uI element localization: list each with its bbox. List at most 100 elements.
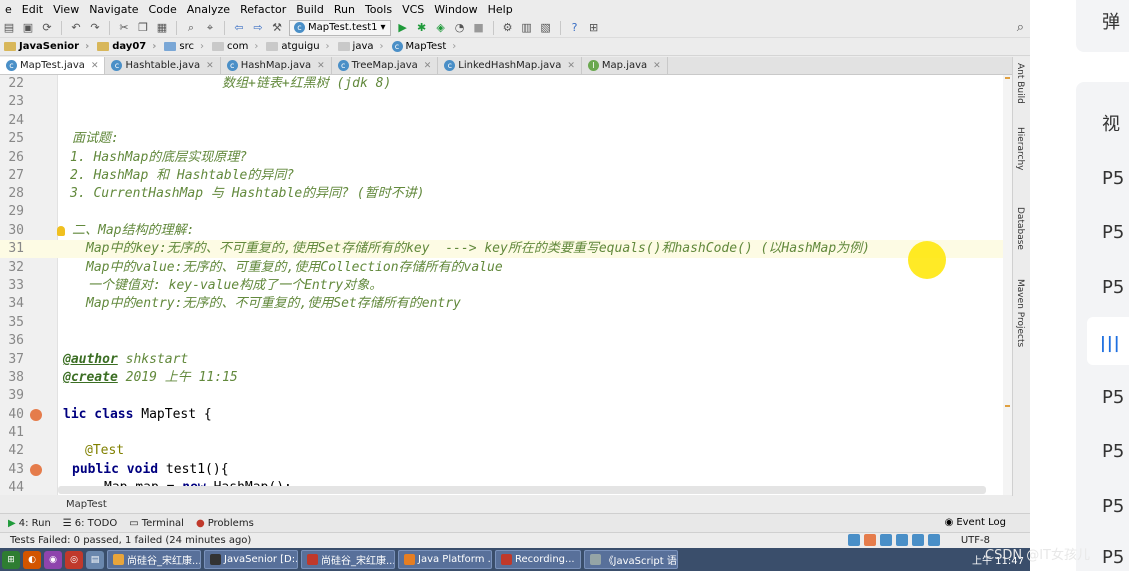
menu-tools[interactable]: Tools	[360, 3, 397, 16]
close-icon[interactable]: ✕	[567, 61, 575, 71]
ime-icon[interactable]	[928, 534, 940, 546]
project-structure-icon[interactable]: ⚙	[501, 21, 515, 35]
search-everywhere-icon[interactable]: ⌕	[1017, 20, 1024, 35]
task-item[interactable]: JavaSenior [D:...	[204, 550, 298, 569]
undo-icon[interactable]: ↶	[69, 21, 83, 35]
side-panel-item[interactable]: P5	[1102, 547, 1124, 568]
help-icon[interactable]: ?	[568, 21, 582, 35]
tab-run[interactable]: ▶ 4: Run	[8, 518, 51, 529]
copy-icon[interactable]: ❐	[136, 21, 150, 35]
tool-hierarchy[interactable]: Hierarchy	[1015, 127, 1025, 171]
task-item[interactable]: 《JavaScript 语言参考...	[583, 550, 678, 569]
start-icon[interactable]: ⊞	[2, 550, 20, 569]
crumb-com[interactable]: com ›	[208, 39, 262, 55]
menu-vcs[interactable]: VCS	[397, 3, 429, 16]
settings-icon[interactable]: ▥	[520, 21, 534, 35]
close-icon[interactable]: ✕	[206, 61, 214, 71]
tool-maven-projects[interactable]: Maven Projects	[1015, 279, 1025, 347]
code-editor[interactable]: 22 数组+链表+红黑树 (jdk 8) 23 24 25 面试题: 26 1.…	[0, 75, 1012, 495]
run-config-selector[interactable]: c MapTest.test1 ▾	[289, 19, 391, 36]
tab-terminal[interactable]: ▭ Terminal	[129, 518, 184, 529]
run-icon[interactable]: ▶	[396, 21, 410, 35]
chrome-icon[interactable]: ◎	[65, 550, 83, 569]
build-icon[interactable]: ⚒	[270, 21, 284, 35]
task-item[interactable]: 尚硅谷_宋红康...	[107, 550, 201, 569]
redo-icon[interactable]: ↷	[88, 21, 102, 35]
crumb-class[interactable]: c MapTest ›	[388, 39, 461, 55]
tab-problems[interactable]: ● Problems	[196, 518, 254, 529]
open-folder-icon[interactable]: ▤	[2, 21, 16, 35]
side-panel-item[interactable]: P5	[1102, 168, 1124, 189]
back-icon[interactable]: ⇦	[232, 21, 246, 35]
stop-icon[interactable]: ■	[472, 21, 486, 35]
side-panel-item[interactable]: P5	[1102, 387, 1124, 408]
crumb-project[interactable]: JavaSenior ›	[0, 39, 93, 55]
crumb-module[interactable]: day07 ›	[93, 39, 160, 55]
close-icon[interactable]: ✕	[317, 61, 325, 71]
task-item[interactable]: Java Platform ...	[398, 550, 492, 569]
menu-view[interactable]: View	[48, 3, 84, 16]
close-icon[interactable]: ✕	[91, 61, 99, 71]
side-panel-item[interactable]: P5	[1102, 496, 1124, 517]
menu-code[interactable]: Code	[144, 3, 182, 16]
plugin-icon[interactable]: ⊞	[587, 21, 601, 35]
sync-icon[interactable]: ⟳	[40, 21, 54, 35]
event-log-button[interactable]: ◉ Event Log	[945, 517, 1006, 528]
browser-icon[interactable]: ◉	[44, 550, 62, 569]
side-panel-label[interactable]: 弹	[1102, 8, 1120, 34]
horizontal-scrollbar[interactable]	[58, 486, 986, 494]
tool-database[interactable]: Database	[1015, 207, 1025, 250]
ime-icon[interactable]	[848, 534, 860, 546]
close-icon[interactable]: ✕	[653, 61, 661, 71]
close-icon[interactable]: ✕	[424, 61, 432, 71]
status-message[interactable]: Tests Failed: 0 passed, 1 failed (24 min…	[10, 535, 251, 546]
menu-file[interactable]: e	[0, 3, 17, 16]
tab-treemap[interactable]: c TreeMap.java ✕	[332, 57, 439, 74]
tab-linkedhashmap[interactable]: c LinkedHashMap.java ✕	[438, 57, 582, 74]
lightbulb-icon[interactable]	[57, 226, 65, 236]
sdk-icon[interactable]: ▧	[539, 21, 553, 35]
browser-icon[interactable]: ◐	[23, 550, 41, 569]
menu-refactor[interactable]: Refactor	[235, 3, 291, 16]
cut-icon[interactable]: ✂	[117, 21, 131, 35]
vertical-scrollbar[interactable]	[1003, 75, 1012, 495]
tab-todo[interactable]: ☰ 6: TODO	[63, 518, 117, 529]
ime-icon[interactable]	[896, 534, 908, 546]
run-gutter-icon[interactable]	[30, 464, 42, 476]
find-icon[interactable]: ⌕	[184, 21, 198, 35]
side-panel-item[interactable]: P5	[1102, 222, 1124, 243]
tool-ant-build[interactable]: Ant Build	[1015, 63, 1025, 104]
coverage-icon[interactable]: ◈	[434, 21, 448, 35]
app-icon[interactable]: ▤	[86, 550, 104, 569]
tab-maptest[interactable]: c MapTest.java ✕	[0, 57, 106, 74]
menu-run[interactable]: Run	[329, 3, 360, 16]
side-panel-item[interactable]: P5	[1102, 277, 1124, 298]
menu-help[interactable]: Help	[483, 3, 518, 16]
save-icon[interactable]: ▣	[21, 21, 35, 35]
crumb-java[interactable]: java ›	[334, 39, 388, 55]
ime-icon[interactable]	[864, 534, 876, 546]
menu-edit[interactable]: Edit	[17, 3, 48, 16]
profile-icon[interactable]: ◔	[453, 21, 467, 35]
paste-icon[interactable]: ▦	[155, 21, 169, 35]
crumb-atguigu[interactable]: atguigu ›	[262, 39, 333, 55]
menu-analyze[interactable]: Analyze	[182, 3, 235, 16]
tab-hashtable[interactable]: c Hashtable.java ✕	[105, 57, 221, 74]
debug-icon[interactable]: ✱	[415, 21, 429, 35]
menu-navigate[interactable]: Navigate	[84, 3, 143, 16]
editor-crumb[interactable]: MapTest	[0, 496, 1030, 513]
task-item[interactable]: Recording...	[495, 550, 581, 569]
menu-window[interactable]: Window	[429, 3, 482, 16]
tab-map[interactable]: I Map.java ✕	[582, 57, 668, 74]
ime-icon[interactable]	[912, 534, 924, 546]
task-item[interactable]: 尚硅谷_宋红康...	[301, 550, 395, 569]
menu-build[interactable]: Build	[291, 3, 329, 16]
crumb-src[interactable]: src ›	[160, 39, 208, 55]
ime-icon[interactable]	[880, 534, 892, 546]
side-panel-item[interactable]: P5	[1102, 441, 1124, 462]
tab-hashmap[interactable]: c HashMap.java ✕	[221, 57, 332, 74]
forward-icon[interactable]: ⇨	[251, 21, 265, 35]
replace-icon[interactable]: ⌖	[203, 21, 217, 35]
run-gutter-icon[interactable]	[30, 409, 42, 421]
side-panel-item[interactable]: 视	[1102, 110, 1120, 136]
